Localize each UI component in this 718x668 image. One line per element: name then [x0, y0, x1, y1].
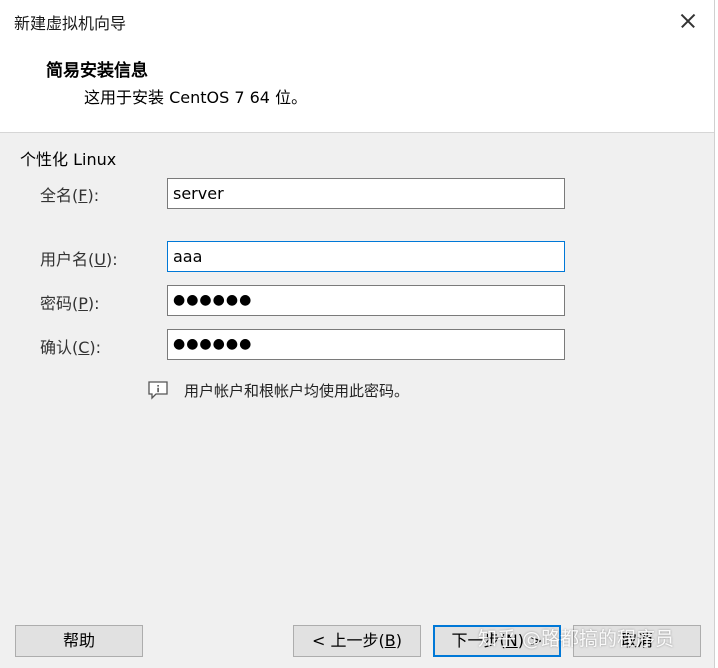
password-label: 密码(P):: [40, 294, 100, 313]
close-icon[interactable]: [670, 4, 706, 38]
new-vm-wizard-dialog: 新建虚拟机向导 简易安装信息 这用于安装 CentOS 7 64 位。 个性化 …: [0, 0, 714, 668]
back-button[interactable]: < 上一步(B): [293, 625, 421, 657]
background-window-edge: [714, 0, 718, 668]
confirm-password-label: 确认(C):: [40, 338, 102, 357]
username-input[interactable]: aaa: [167, 241, 565, 272]
password-hint-text: 用户帐户和根帐户均使用此密码。: [184, 382, 410, 400]
personalize-linux-group-label: 个性化 Linux: [20, 150, 117, 169]
window-title: 新建虚拟机向导: [14, 14, 127, 33]
fullname-label: 全名(F):: [40, 186, 100, 205]
password-input[interactable]: ●●●●●●: [167, 285, 565, 316]
watermark-text: 知乎 @路都搞的程序员: [478, 628, 675, 650]
confirm-password-input[interactable]: ●●●●●●: [167, 329, 565, 360]
fullname-input[interactable]: server: [167, 178, 565, 209]
page-subtitle: 这用于安装 CentOS 7 64 位。: [84, 88, 308, 107]
username-label: 用户名(U):: [40, 250, 118, 269]
wizard-header: 简易安装信息 这用于安装 CentOS 7 64 位。: [0, 42, 714, 133]
help-button[interactable]: 帮助: [15, 625, 143, 657]
info-speech-icon: [147, 380, 169, 400]
page-title: 简易安装信息: [46, 61, 148, 81]
title-bar: 新建虚拟机向导: [0, 0, 714, 42]
